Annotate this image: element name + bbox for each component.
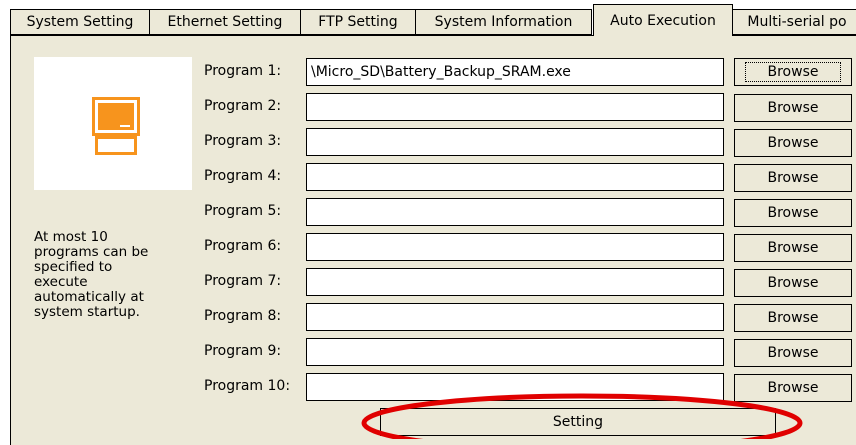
program-label-10: Program 10: bbox=[204, 378, 291, 394]
browse-button-label: Browse bbox=[767, 345, 819, 361]
program-path-field-2[interactable] bbox=[306, 93, 724, 121]
computer-icon bbox=[92, 97, 140, 155]
tab-ftp-setting[interactable]: FTP Setting bbox=[300, 9, 416, 35]
tab-auto-execution[interactable]: Auto Execution bbox=[593, 4, 733, 36]
program-path-field-10[interactable] bbox=[306, 373, 724, 401]
program-path-field-7[interactable] bbox=[306, 268, 724, 296]
program-label-4: Program 4: bbox=[204, 168, 282, 184]
browse-button-label: Browse bbox=[767, 240, 819, 256]
browse-button-10[interactable]: Browse bbox=[734, 374, 852, 402]
tab-system-setting[interactable]: System Setting bbox=[10, 9, 150, 35]
program-label-7: Program 7: bbox=[204, 273, 282, 289]
browse-button-1[interactable]: Browse bbox=[734, 58, 852, 86]
browse-button-label: Browse bbox=[767, 205, 819, 221]
browse-button-label: Browse bbox=[767, 135, 819, 151]
browse-button-6[interactable]: Browse bbox=[734, 234, 852, 262]
program-path-field-9[interactable] bbox=[306, 338, 724, 366]
program-path-field-8[interactable] bbox=[306, 303, 724, 331]
browse-button-3[interactable]: Browse bbox=[734, 129, 852, 157]
program-path-field-3[interactable] bbox=[306, 128, 724, 156]
program-label-8: Program 8: bbox=[204, 308, 282, 324]
browse-button-9[interactable]: Browse bbox=[734, 339, 852, 367]
browse-button-8[interactable]: Browse bbox=[734, 304, 852, 332]
browse-button-label: Browse bbox=[744, 62, 842, 82]
program-path-field-5[interactable] bbox=[306, 198, 724, 226]
browse-button-7[interactable]: Browse bbox=[734, 269, 852, 297]
browse-button-5[interactable]: Browse bbox=[734, 199, 852, 227]
browse-button-label: Browse bbox=[767, 275, 819, 291]
program-label-9: Program 9: bbox=[204, 343, 282, 359]
program-label-1: Program 1: bbox=[204, 63, 282, 79]
program-label-2: Program 2: bbox=[204, 98, 282, 114]
tab-system-information[interactable]: System Information bbox=[415, 9, 592, 35]
browse-button-label: Browse bbox=[767, 310, 819, 326]
tab-multi-serial-port[interactable]: Multi-serial po bbox=[732, 9, 856, 35]
program-label-3: Program 3: bbox=[204, 133, 282, 149]
browse-button-4[interactable]: Browse bbox=[734, 164, 852, 192]
program-path-field-1[interactable]: \Micro_SD\Battery_Backup_SRAM.exe bbox=[306, 58, 724, 86]
browse-button-label: Browse bbox=[767, 100, 819, 116]
icon-box bbox=[34, 57, 192, 190]
browse-button-label: Browse bbox=[767, 380, 819, 396]
program-label-5: Program 5: bbox=[204, 203, 282, 219]
program-path-field-6[interactable] bbox=[306, 233, 724, 261]
program-path-field-4[interactable] bbox=[306, 163, 724, 191]
browse-button-label: Browse bbox=[767, 170, 819, 186]
description-note: At most 10 programs can be specified to … bbox=[34, 229, 149, 320]
program-label-6: Program 6: bbox=[204, 238, 282, 254]
browse-button-2[interactable]: Browse bbox=[734, 94, 852, 122]
setting-button[interactable]: Setting bbox=[380, 408, 776, 436]
tab-ethernet-setting[interactable]: Ethernet Setting bbox=[149, 9, 301, 35]
